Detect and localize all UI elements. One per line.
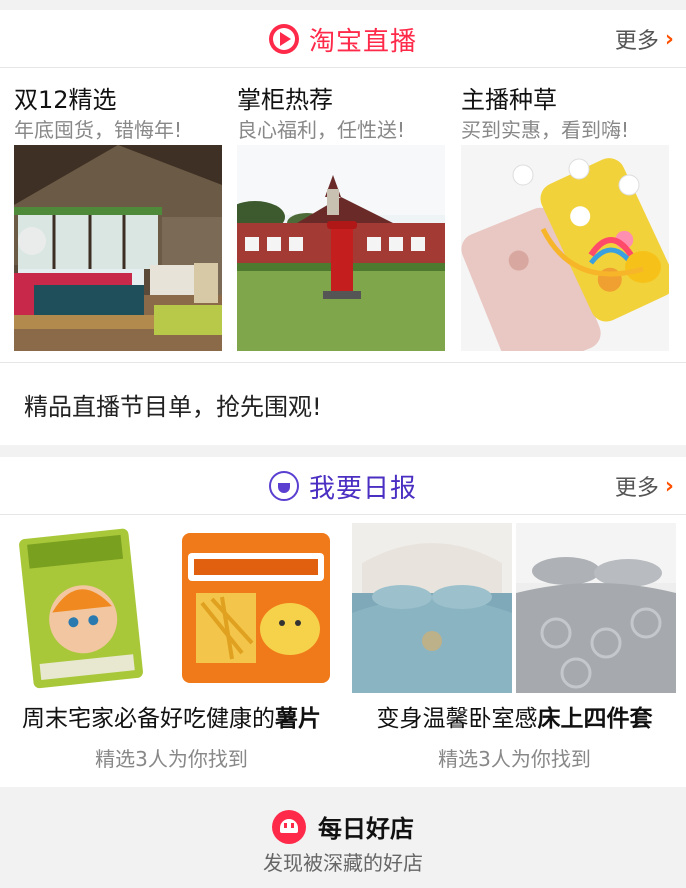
section-header: 淘宝直播 更多 ›: [0, 10, 686, 68]
daily-cards: 周末宅家必备好吃健康的薯片 精选3人为你找到 变身温馨卧室感床上四件套 精选3人…: [0, 515, 686, 787]
blue-bedding-photo: [352, 523, 512, 693]
grey-bedding-photo: [516, 523, 676, 693]
shop-header: 每日好店: [0, 809, 686, 844]
card-subtitle: 精选3人为你找到: [438, 747, 591, 771]
good-shop-icon: [272, 809, 306, 844]
card-title: 掌柜热荐: [237, 86, 333, 114]
mango-chips-photo: [0, 523, 171, 693]
card-title-bold: 薯片: [275, 706, 321, 732]
shop-subtitle: 发现被深藏的好店: [263, 851, 423, 875]
card-subtitle: 精选3人为你找到: [95, 747, 248, 771]
taobao-home-feed: 淘宝直播 更多 › 双12精选 年底囤货，错悔年! 掌柜热荐 良心福利，任性送!…: [0, 0, 686, 888]
section-title: 淘宝直播: [308, 26, 417, 57]
card-images: [343, 523, 686, 693]
more-label: 更多: [614, 29, 659, 54]
live-schedule-link[interactable]: 精品直播节目单，抢先围观!: [0, 362, 686, 445]
daily-card-bedding[interactable]: 变身温馨卧室感床上四件套 精选3人为你找到: [343, 515, 686, 787]
card-subtitle: 年底囤货，错悔年!: [14, 118, 183, 142]
more-label: 更多: [614, 476, 659, 501]
card-title-plain: 变身温馨卧室感: [376, 706, 538, 732]
card-subtitle: 良心福利，任性送!: [237, 118, 406, 142]
daily-report-icon: [268, 471, 299, 501]
good-shop-section[interactable]: 每日好店 发现被深藏的好店: [0, 787, 686, 888]
live-columns: 双12精选 年底囤货，错悔年! 掌柜热荐 良心福利，任性送! 主播种草 买到实惠…: [0, 78, 686, 365]
live-schedule-text: 精品直播节目单，抢先围观!: [24, 392, 322, 421]
chevron-right-icon: ›: [664, 473, 674, 499]
chevron-right-icon: ›: [664, 26, 674, 52]
card-title-plain: 周末宅家必备好吃健康的: [22, 706, 275, 732]
phone-case-photo: [461, 145, 669, 351]
shop-title: 每日好店: [318, 815, 414, 843]
card-images: [0, 523, 343, 693]
taobao-live-section: 淘宝直播 更多 › 双12精选 年底囤货，错悔年! 掌柜热荐 良心福利，任性送!…: [0, 10, 686, 445]
section-title-group[interactable]: 淘宝直播: [0, 10, 686, 68]
daily-card-chips[interactable]: 周末宅家必备好吃健康的薯片 精选3人为你找到: [0, 515, 343, 787]
card-title-bold: 床上四件套: [537, 706, 653, 732]
section-title-group[interactable]: 我要日报: [0, 457, 686, 515]
section-header: 我要日报 更多 ›: [0, 457, 686, 515]
card-title: 双12精选: [14, 86, 117, 114]
jagabee-chips-photo: [172, 523, 343, 693]
live-play-icon: [268, 24, 299, 54]
card-title: 周末宅家必备好吃健康的薯片: [0, 699, 343, 733]
daily-report-section: 我要日报 更多 › 周末宅家必备好吃健康的薯片 精选3人为你找到 变身温馨卧室感…: [0, 457, 686, 787]
card-subtitle: 买到实惠，看到嗨!: [461, 118, 630, 142]
more-link[interactable]: 更多 ›: [615, 10, 674, 68]
red-mailbox-photo: [237, 145, 445, 351]
section-title: 我要日报: [308, 473, 417, 504]
bedroom-photo: [14, 145, 222, 351]
card-title: 主播种草: [461, 86, 557, 114]
card-title: 变身温馨卧室感床上四件套: [343, 699, 686, 733]
more-link[interactable]: 更多 ›: [615, 457, 674, 515]
